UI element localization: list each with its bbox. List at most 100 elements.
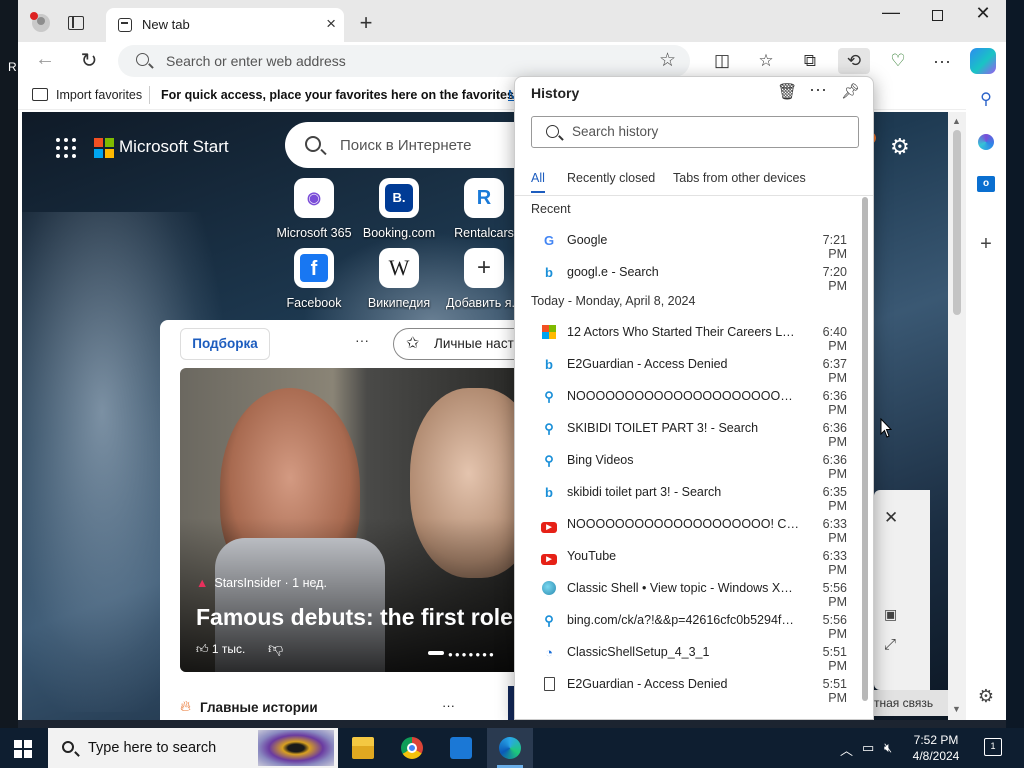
- page-scrollbar[interactable]: ▲ ▼: [948, 112, 966, 720]
- sidebar-outlook-icon[interactable]: o: [974, 170, 998, 194]
- quicklink-wikipedia[interactable]: W Википедия: [359, 248, 439, 310]
- start-button[interactable]: [14, 740, 32, 758]
- history-search-box[interactable]: [531, 116, 859, 148]
- favbar-message: For quick access, place your favorites h…: [161, 88, 540, 102]
- top-stories-more-button[interactable]: ···: [442, 698, 455, 713]
- favorites-button[interactable]: ☆: [752, 48, 780, 74]
- browser-window: New tab × + — ✕ ← ↻ ☆ ◫ ☆ ⧉ ⟲ ♡ ··· Impo…: [18, 0, 1006, 720]
- history-item[interactable]: Classic Shell • View topic - Windows XP …: [515, 573, 860, 609]
- history-item-title: Bing Videos: [567, 453, 634, 467]
- tray-chevron-icon[interactable]: ︿: [840, 740, 853, 759]
- history-item[interactable]: ⚲ SKIBIDI TOILET PART 3! - Search 6:36 PM: [515, 413, 860, 449]
- history-item[interactable]: E2Guardian - Access Denied 5:51 PM: [515, 669, 860, 705]
- search-icon: [136, 53, 149, 66]
- dislike-icon[interactable]: 👎︎: [268, 640, 283, 658]
- search-highlight-image[interactable]: [258, 730, 334, 766]
- maximize-button[interactable]: [922, 6, 952, 26]
- import-favorites-link[interactable]: Import favorites: [56, 88, 142, 102]
- history-item[interactable]: ⚲ Bing Videos 6:36 PM: [515, 445, 860, 481]
- like-button[interactable]: 👍︎ 1 тыс.: [196, 642, 245, 657]
- tile-label: Microsoft 365: [276, 226, 352, 240]
- copilot-icon[interactable]: [970, 48, 996, 74]
- search-icon: ⚲: [544, 453, 554, 468]
- history-item[interactable]: ▶ YouTube 6:33 PM: [515, 541, 860, 577]
- clear-history-trash-icon[interactable]: 🗑︎: [777, 82, 797, 102]
- performance-heart-icon[interactable]: ♡: [884, 48, 912, 74]
- page-search-box[interactable]: Поиск в Интернете: [285, 122, 525, 168]
- address-input[interactable]: [166, 51, 606, 71]
- tray-volume-icon[interactable]: 🔇︎: [884, 740, 892, 756]
- taskbar-search-box[interactable]: Type here to search: [48, 728, 338, 768]
- split-screen-button[interactable]: ◫: [708, 48, 736, 74]
- tab-other-devices[interactable]: Tabs from other devices: [673, 171, 806, 185]
- quicklink-rentalcars[interactable]: R Rentalcars: [444, 178, 524, 240]
- carousel-dots[interactable]: ●●●●●●●: [448, 650, 496, 659]
- taskbar-search-icon: [62, 741, 74, 753]
- history-search-icon: [546, 125, 559, 138]
- refresh-button[interactable]: ↻: [76, 48, 102, 73]
- history-item[interactable]: ⚲ NOOOOOOOOOOOOOOOOOOOOOOO... 6:36 PM: [515, 381, 860, 417]
- scroll-up-icon[interactable]: ▲: [952, 116, 961, 126]
- taskbar-chrome[interactable]: [389, 728, 435, 768]
- feedback-button[interactable]: тная связь: [870, 690, 948, 716]
- sidebar-settings-gear-icon[interactable]: ⚙: [974, 684, 998, 708]
- quicklink-add[interactable]: + Добавить я...: [444, 248, 524, 310]
- quicklink-microsoft-365[interactable]: ◉ Microsoft 365: [274, 178, 354, 240]
- expand-icon[interactable]: ⤢: [884, 636, 896, 653]
- history-button[interactable]: ⟲: [838, 48, 870, 74]
- taskbar-store[interactable]: [438, 728, 484, 768]
- taskbar-file-explorer[interactable]: [340, 728, 386, 768]
- collections-button[interactable]: ⧉: [796, 48, 824, 74]
- tray-network-icon[interactable]: ▭: [862, 740, 874, 756]
- tab-actions-icon[interactable]: [68, 16, 84, 30]
- settings-more-button[interactable]: ···: [928, 48, 956, 74]
- page-settings-gear-icon[interactable]: ⚙: [890, 134, 910, 160]
- taskbar-clock[interactable]: 7:52 PM 4/8/2024: [904, 732, 968, 764]
- scroll-down-icon[interactable]: ▼: [952, 704, 961, 714]
- history-item[interactable]: ◔ ClassicShellSetup_4_3_1 5:51 PM: [515, 637, 860, 673]
- sidebar-add-icon[interactable]: +: [974, 232, 998, 256]
- hero-title[interactable]: Famous debuts: the first roles: [196, 604, 520, 631]
- history-section-header: Recent: [531, 202, 571, 216]
- minimize-button[interactable]: —: [876, 2, 906, 23]
- tab-all[interactable]: All: [531, 171, 545, 193]
- history-item[interactable]: ▶ NOOOOOOOOOOOOOOOOOOOO! Co... 6:33 PM: [515, 509, 860, 545]
- top-stories-header: 🔥︎ Главные истории ···: [180, 686, 460, 720]
- notification-center-icon[interactable]: 1: [984, 738, 1002, 756]
- history-item[interactable]: b googl.e - Search 7:20 PM: [515, 257, 860, 293]
- sidebar-m365-icon[interactable]: [974, 130, 998, 154]
- app-launcher-icon[interactable]: [56, 138, 76, 158]
- close-tab-icon[interactable]: ×: [326, 14, 336, 34]
- close-window-button[interactable]: ✕: [968, 3, 998, 24]
- history-item[interactable]: G Google 7:21 PM: [515, 225, 860, 261]
- pin-history-icon[interactable]: 📌︎: [841, 82, 860, 100]
- side-card-close-icon[interactable]: ✕: [884, 508, 898, 528]
- history-more-icon[interactable]: ···: [809, 79, 827, 100]
- history-tabs: All Recently closed Tabs from other devi…: [531, 171, 861, 195]
- history-item[interactable]: b skibidi toilet part 3! - Search 6:35 PM: [515, 477, 860, 513]
- m365-tile-icon: ◉: [294, 178, 334, 218]
- history-scrollbar-thumb[interactable]: [862, 197, 868, 701]
- favorite-star-icon[interactable]: ☆: [659, 49, 676, 72]
- quicklink-facebook[interactable]: f Facebook: [274, 248, 354, 310]
- history-item[interactable]: b E2Guardian - Access Denied 6:37 PM: [515, 349, 860, 385]
- back-button[interactable]: ←: [32, 48, 58, 71]
- address-bar[interactable]: ☆: [118, 45, 690, 77]
- tab-new-tab[interactable]: New tab ×: [106, 8, 344, 42]
- history-item[interactable]: 12 Actors Who Started Their Careers Late…: [515, 317, 860, 353]
- history-search-input[interactable]: [572, 124, 842, 139]
- side-card-image-icon[interactable]: ▣: [884, 606, 897, 623]
- hero-article[interactable]: ▲ StarsInsider · 1 нед. Famous debuts: th…: [180, 368, 520, 672]
- tab-recently-closed[interactable]: Recently closed: [567, 171, 655, 185]
- profile-button[interactable]: [30, 12, 52, 34]
- new-tab-button[interactable]: +: [354, 10, 378, 36]
- history-item-title: NOOOOOOOOOOOOOOOOOOOOOOO...: [567, 389, 799, 403]
- quicklink-booking[interactable]: B. Booking.com: [359, 178, 439, 240]
- feed-tab-featured[interactable]: Подборка: [180, 328, 270, 360]
- taskbar-edge[interactable]: [487, 728, 533, 768]
- feed-more-button[interactable]: ···: [355, 332, 369, 348]
- history-scrollbar[interactable]: [862, 197, 870, 701]
- history-item[interactable]: ⚲ bing.com/ck/a?!&&p=42616cfc0b5294fbJ...…: [515, 605, 860, 641]
- scrollbar-thumb[interactable]: [953, 130, 961, 315]
- sidebar-search-icon[interactable]: ⚲: [974, 88, 998, 112]
